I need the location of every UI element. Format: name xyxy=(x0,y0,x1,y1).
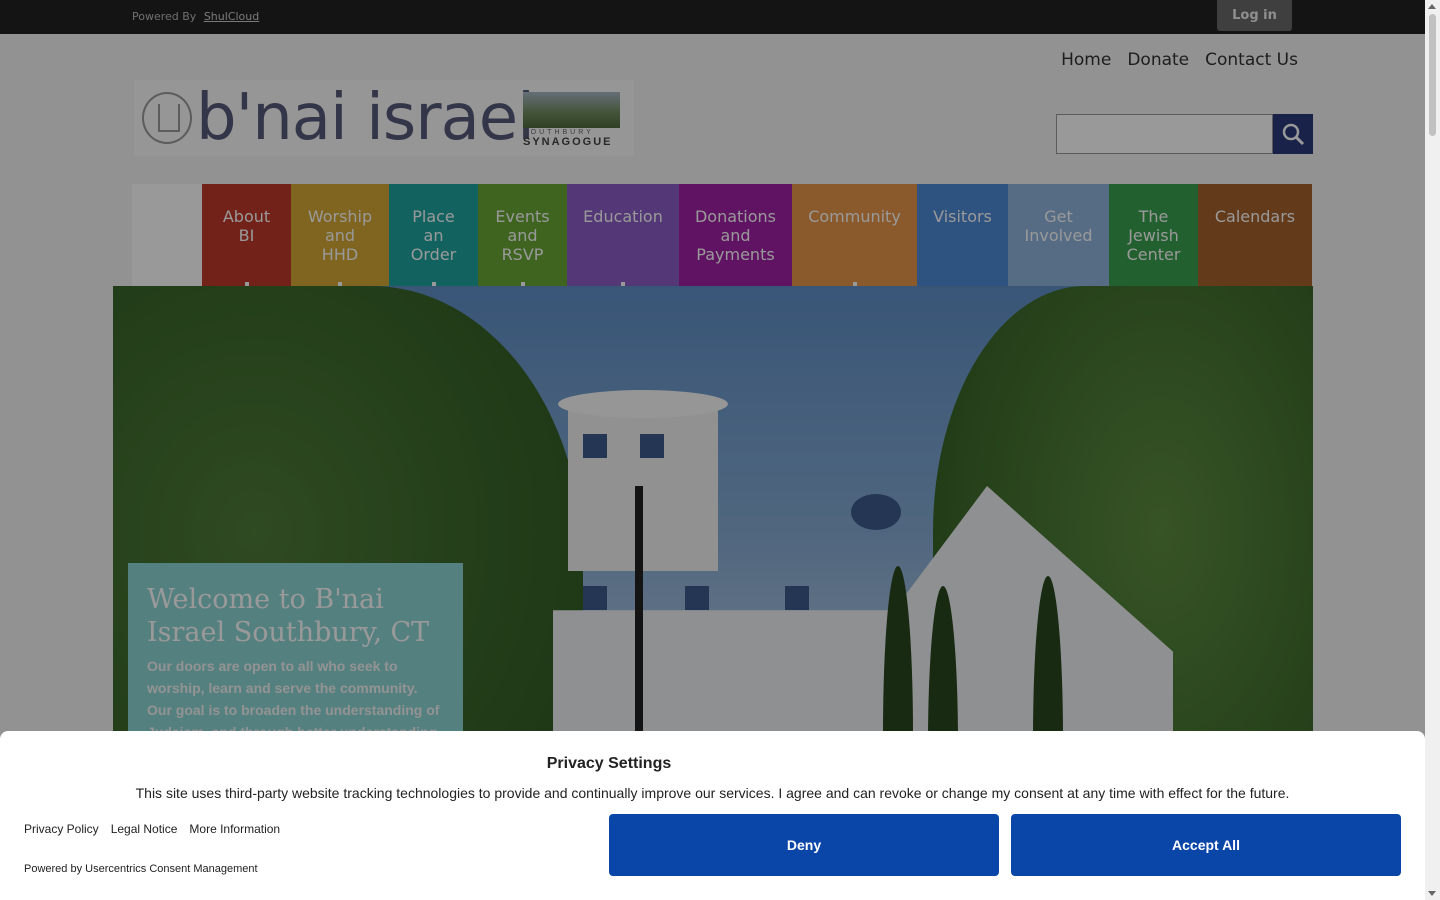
more-information-link[interactable]: More Information xyxy=(189,822,280,836)
privacy-consent-banner: Privacy Settings This site uses third-pa… xyxy=(0,731,1425,900)
consent-powered-by: Powered by Usercentrics Consent Manageme… xyxy=(24,863,258,875)
scrollbar-thumb[interactable] xyxy=(1429,14,1436,136)
page-scrollbar[interactable] xyxy=(1425,0,1440,900)
privacy-policy-link[interactable]: Privacy Policy xyxy=(24,822,99,836)
scroll-up-arrow-icon[interactable] xyxy=(1428,4,1436,9)
consent-links: Privacy Policy Legal Notice More Informa… xyxy=(24,822,280,836)
scroll-down-arrow-icon[interactable] xyxy=(1428,891,1436,896)
accept-all-button[interactable]: Accept All xyxy=(1011,814,1401,876)
deny-button[interactable]: Deny xyxy=(609,814,999,876)
consent-text: This site uses third-party website track… xyxy=(135,785,1290,801)
legal-notice-link[interactable]: Legal Notice xyxy=(111,822,178,836)
consent-title: Privacy Settings xyxy=(546,755,672,772)
